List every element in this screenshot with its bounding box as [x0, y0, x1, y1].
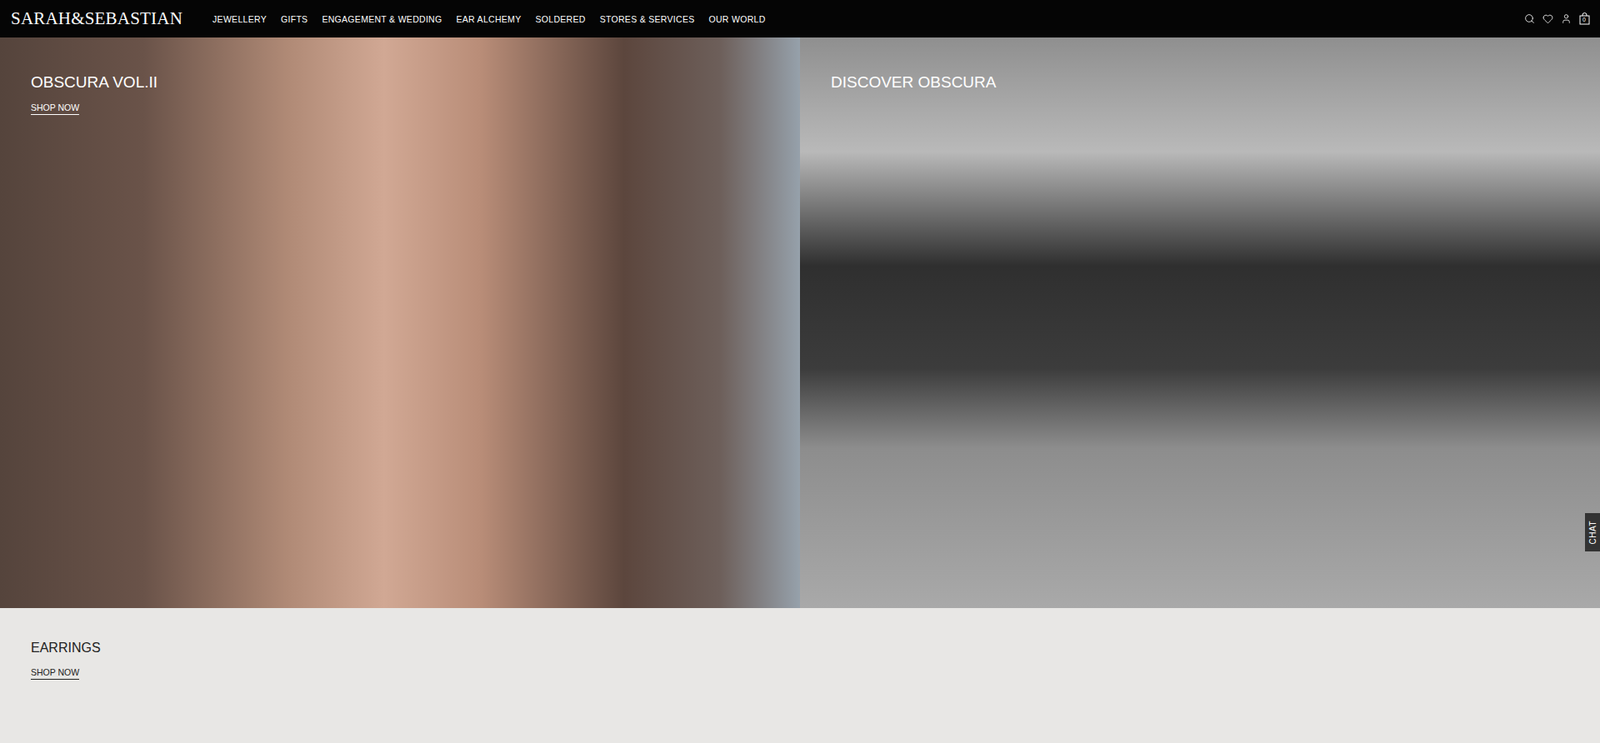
earrings-section: EARRINGS SHOP NOW: [0, 608, 1600, 743]
site-header: SARAH&SEBASTIAN JEWELLERY GIFTS ENGAGEMENT …: [0, 0, 1600, 38]
nav-item[interactable]: STORES & SERVICES: [600, 14, 695, 25]
page: SARAH&SEBASTIAN JEWELLERY GIFTS ENGAGEMENT …: [0, 0, 1600, 743]
chat-label: CHAT: [1588, 520, 1598, 545]
hero: OBSCURA VOL.II SHOP NOW DISCOVER OBSCURA CH…: [0, 37, 1600, 609]
logo[interactable]: SARAH&SEBASTIAN: [10, 8, 183, 30]
main-nav: JEWELLERY GIFTS ENGAGEMENT & WEDDING EAR AL…: [212, 14, 1524, 25]
nav-item[interactable]: OUR WORLD: [709, 14, 766, 25]
nav-item[interactable]: ENGAGEMENT & WEDDING: [321, 14, 442, 25]
hero-panel[interactable]: DISCOVER OBSCURA: [800, 37, 1600, 609]
header-icons: 0: [1523, 12, 1590, 26]
account-button[interactable]: [1560, 12, 1572, 26]
nav-item[interactable]: JEWELLERY: [212, 14, 267, 25]
hero-title: DISCOVER OBSCURA: [830, 72, 996, 94]
wishlist-button[interactable]: [1541, 12, 1554, 26]
nav-item[interactable]: SOLDERED: [535, 14, 585, 25]
shop-now-link[interactable]: SHOP NOW: [30, 667, 80, 680]
nav-item[interactable]: EAR ALCHEMY: [455, 14, 521, 25]
shop-now-link[interactable]: SHOP NOW: [30, 102, 80, 115]
hero-title: OBSCURA VOL.II: [30, 72, 158, 94]
nav-item[interactable]: GIFTS: [280, 14, 308, 25]
cart-button[interactable]: 0: [1578, 12, 1590, 26]
heart-icon: [1542, 13, 1554, 25]
search-button[interactable]: [1523, 12, 1535, 26]
section-title: EARRINGS: [30, 640, 101, 658]
user-icon: [1560, 13, 1572, 25]
hero-panel[interactable]: OBSCURA VOL.II SHOP NOW: [0, 37, 800, 609]
cart-count: 0: [1578, 16, 1590, 24]
search-icon: [1524, 13, 1535, 25]
chat-tab[interactable]: CHAT: [1585, 513, 1600, 552]
